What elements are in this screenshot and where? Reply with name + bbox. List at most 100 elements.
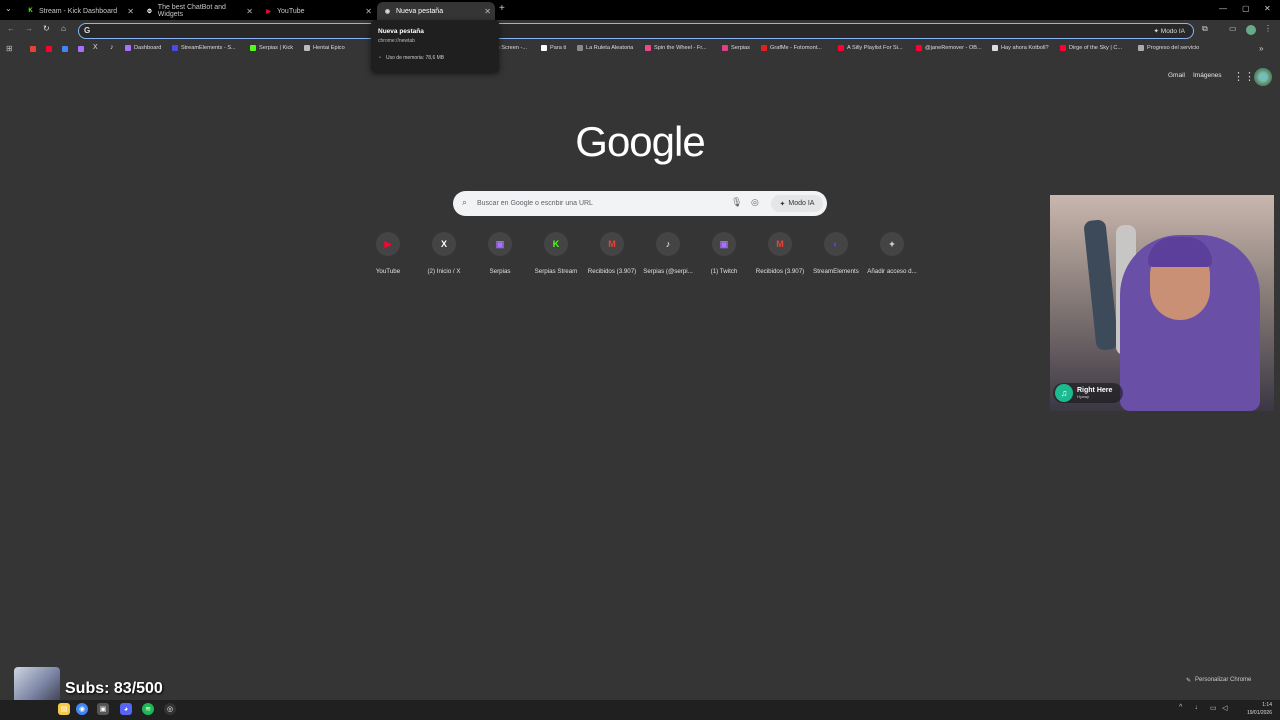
obs-taskbar-icon[interactable]: ◎: [164, 703, 176, 715]
tab-kick-dashboard[interactable]: K Stream - Kick Dashboard ✕: [20, 2, 138, 20]
ai-mode-search-button[interactable]: ✦ Modo IA: [771, 195, 823, 212]
bookmark-item[interactable]: GrafMe - Fotomont...: [761, 45, 822, 51]
bookmark-label: Serpias: [731, 45, 750, 51]
youtube-bookmark-icon[interactable]: [46, 46, 52, 52]
bookmark-item[interactable]: Serpias | Kick: [250, 45, 293, 51]
images-link[interactable]: Imágenes: [1193, 72, 1222, 79]
shortcut-tile[interactable]: ▣ Serpias: [472, 232, 528, 275]
search-box[interactable]: ⌕ 🎙︎ ◎ ✦ Modo IA: [453, 191, 827, 216]
shortcut-tile[interactable]: M Recibidos (3.907): [752, 232, 808, 275]
close-icon[interactable]: ✕: [365, 7, 372, 16]
bookmark-item[interactable]: Hay ahora Kotboll?: [992, 45, 1049, 51]
reload-icon[interactable]: ↻: [43, 24, 50, 33]
sidepanel-icon[interactable]: ▭: [1229, 24, 1237, 33]
forward-icon[interactable]: →: [25, 24, 33, 33]
bookmark-label: GrafMe - Fotomont...: [770, 45, 822, 51]
bookmark-favicon-icon: [916, 45, 922, 51]
extensions-icon[interactable]: ⧉: [1202, 24, 1208, 34]
close-icon[interactable]: ✕: [484, 7, 491, 16]
shortcut-tile[interactable]: K Serpias Stream: [528, 232, 584, 275]
discord-taskbar-icon[interactable]: ◕: [120, 703, 132, 715]
back-icon[interactable]: ←: [7, 24, 15, 33]
google-apps-icon[interactable]: ⋮⋮: [1233, 70, 1255, 83]
windows-taskbar: [0, 700, 1280, 720]
menu-icon[interactable]: ⋮: [1264, 24, 1272, 33]
shortcut-icon: M: [600, 232, 624, 256]
more-bookmarks-icon[interactable]: »: [1259, 44, 1263, 53]
app-taskbar-icon[interactable]: ▣: [97, 703, 109, 715]
tab-chatbot-widgets[interactable]: ⚙ The best ChatBot and Widgets ✕: [139, 2, 257, 20]
bookmark-item[interactable]: Hentai Epico: [304, 45, 345, 51]
bookmark-label: Hentai Epico: [313, 45, 345, 51]
tab-label: Nueva pestaña: [396, 7, 444, 15]
chrome-taskbar-icon[interactable]: ◉: [76, 703, 88, 715]
bookmarks-bar: ⊞ X ♪ Dashboard StreamElements - S... Serp…: [0, 42, 1280, 58]
tiktok-bookmark-icon[interactable]: ♪: [110, 44, 114, 51]
address-bar[interactable]: G ✦ Modo IA: [78, 23, 1194, 39]
google-logo: Google: [575, 118, 705, 165]
tab-new-tab[interactable]: ◉ Nueva pestaña ✕: [377, 2, 495, 20]
bookmark-favicon-icon: [992, 45, 998, 51]
bookmark-item[interactable]: Dirge of the Sky | C...: [1060, 45, 1122, 51]
network-tray-icon[interactable]: ▭: [1210, 704, 1217, 712]
subs-counter: Subs: 83/500: [65, 680, 163, 697]
taskbar-clock[interactable]: 1:14 19/01/2026: [1232, 701, 1272, 717]
shortcut-label: (1) Twitch: [710, 268, 738, 275]
bookmark-item[interactable]: Para ti: [541, 45, 566, 51]
bookmark-label: Para ti: [550, 45, 567, 51]
tab-search-icon[interactable]: ⌄: [5, 4, 12, 13]
bookmark-favicon-icon: [125, 45, 131, 51]
song-artist: Hyway: [1077, 394, 1090, 399]
account-avatar[interactable]: [1254, 68, 1272, 86]
streamer-cap: [1148, 237, 1212, 267]
shortcut-tile[interactable]: ▣ (1) Twitch: [696, 232, 752, 275]
shortcut-tile[interactable]: + Añadir acceso d...: [864, 232, 920, 275]
x-bookmark-icon[interactable]: X: [93, 44, 98, 51]
minimize-icon[interactable]: —: [1219, 4, 1227, 13]
shortcut-icon: ▣: [488, 232, 512, 256]
bookmark-item[interactable]: StreamElements - S...: [172, 45, 236, 51]
tab-label: YouTube: [277, 7, 305, 15]
bookmark-item[interactable]: Spin the Wheel - Fr...: [645, 45, 707, 51]
twitch-bookmark-icon[interactable]: [78, 46, 84, 52]
close-icon[interactable]: ✕: [127, 7, 134, 16]
tray-chevron-icon[interactable]: ^: [1179, 704, 1182, 711]
shortcut-tile[interactable]: X (2) Inicio / X: [416, 232, 472, 275]
bookmark-item[interactable]: Dashboard: [125, 45, 161, 51]
bookmark-item[interactable]: A Silly Playlist For Si...: [838, 45, 903, 51]
profile-avatar[interactable]: [1246, 25, 1256, 35]
volume-tray-icon[interactable]: ◁: [1222, 704, 1227, 712]
bookmark-item[interactable]: @janeRemover - OB...: [916, 45, 982, 51]
close-window-icon[interactable]: ✕: [1264, 4, 1271, 13]
gmail-bookmark-icon[interactable]: [30, 46, 36, 52]
bookmark-item[interactable]: La Ruleta Aleatoria: [577, 45, 633, 51]
pencil-icon: ✎: [1186, 677, 1192, 684]
customize-chrome-button[interactable]: ✎ Personalizar Chrome: [1186, 673, 1251, 687]
close-icon[interactable]: ✕: [246, 7, 253, 16]
tab-label: The best ChatBot and Widgets: [157, 4, 226, 18]
lens-icon[interactable]: ◎: [751, 197, 759, 208]
bookmark-label: StreamElements - S...: [181, 45, 236, 51]
bookmark-item[interactable]: Progreso del servicio: [1138, 45, 1199, 51]
music-note-icon: ♫: [1055, 384, 1073, 402]
search-input[interactable]: [477, 197, 727, 210]
shortcut-tile[interactable]: ◐ StreamElements: [808, 232, 864, 275]
new-tab-icon[interactable]: +: [499, 3, 505, 14]
spotify-taskbar-icon[interactable]: ≋: [142, 703, 154, 715]
ai-mode-button[interactable]: ✦ Modo IA: [1154, 27, 1185, 35]
shortcut-tile[interactable]: M Recibidos (3.907): [584, 232, 640, 275]
apps-icon[interactable]: ⊞: [6, 44, 13, 53]
microphone-icon[interactable]: 🎙︎: [731, 197, 742, 208]
shortcut-tile[interactable]: ♪ Serpias (@serpi...: [640, 232, 696, 275]
drive-bookmark-icon[interactable]: [62, 46, 68, 52]
mic-tray-icon[interactable]: ♩: [1195, 704, 1202, 711]
home-icon[interactable]: ⌂: [61, 24, 66, 33]
bookmark-label: La Ruleta Aleatoria: [586, 45, 634, 51]
gmail-link[interactable]: Gmail: [1168, 72, 1185, 79]
tab-youtube[interactable]: ▶ YouTube ✕: [258, 2, 376, 20]
bookmark-item[interactable]: Serpias: [722, 45, 750, 51]
shortcut-tile[interactable]: ▶ YouTube: [360, 232, 416, 275]
file-explorer-icon[interactable]: ▤: [58, 703, 70, 715]
shortcut-label: Serpias Stream: [534, 268, 578, 275]
maximize-icon[interactable]: ▢: [1242, 4, 1250, 13]
